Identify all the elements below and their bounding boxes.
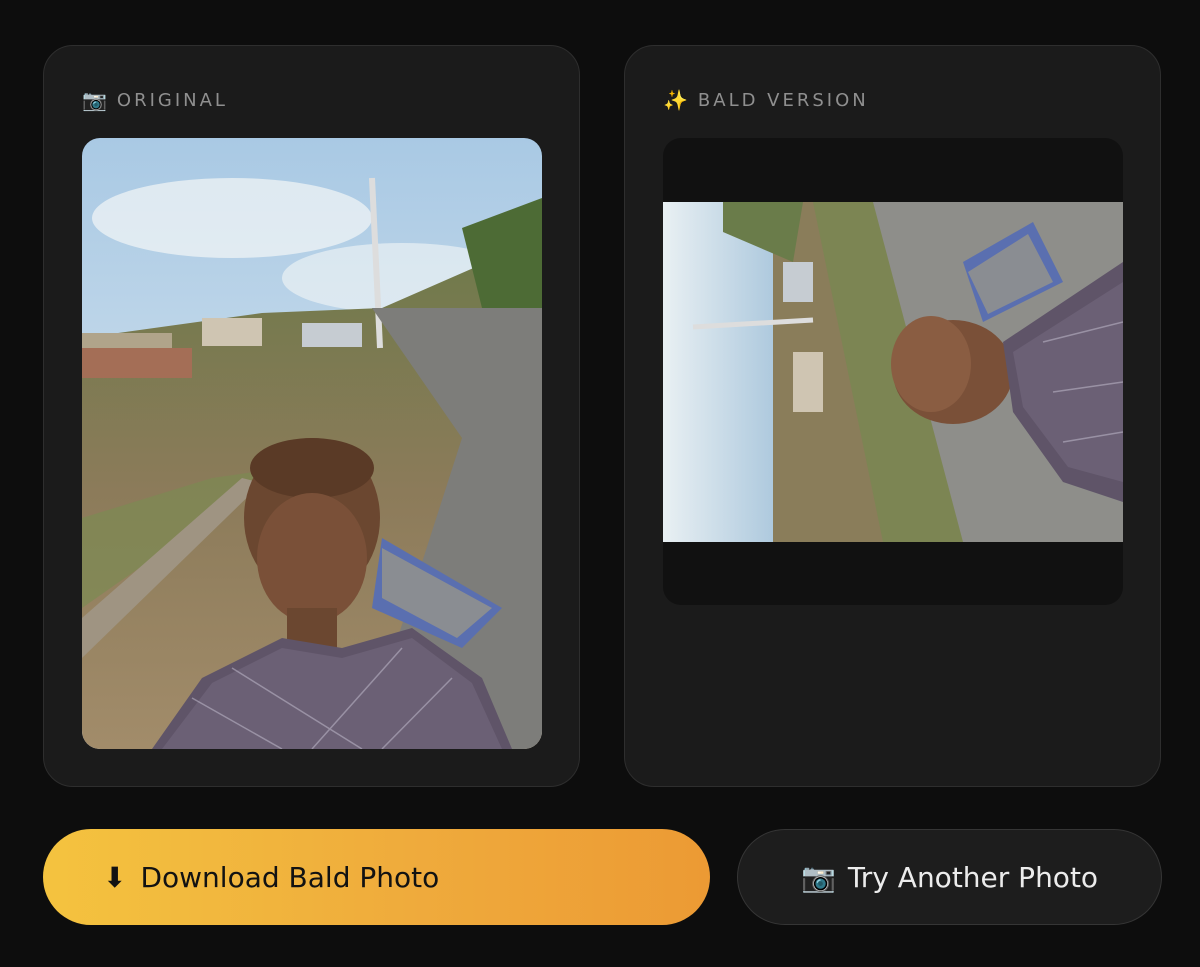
- bald-photo: [663, 202, 1123, 542]
- download-button[interactable]: ⬇ Download Bald Photo: [43, 829, 710, 925]
- bald-selfie-image: [663, 202, 1123, 542]
- result-label-row: ✨ BALD VERSION: [663, 88, 869, 112]
- result-label: BALD VERSION: [697, 89, 869, 111]
- original-label-row: 📷 ORIGINAL: [82, 88, 228, 112]
- app-page: 📷 ORIGINAL ✨ BALD VERSION ⬇ Download Bal…: [0, 0, 1200, 967]
- camera-icon: 📷: [82, 88, 107, 112]
- camera-icon: 📷: [800, 860, 836, 894]
- sparkles-icon: ✨: [663, 88, 688, 112]
- try-another-button[interactable]: 📷 Try Another Photo: [737, 829, 1162, 925]
- try-another-button-label: Try Another Photo: [847, 860, 1099, 894]
- original-label: ORIGINAL: [116, 89, 228, 111]
- original-card: 📷 ORIGINAL: [43, 45, 580, 787]
- original-selfie-image: [82, 138, 542, 749]
- download-arrow-icon: ⬇: [103, 860, 127, 894]
- original-photo: [82, 138, 542, 749]
- download-button-label: Download Bald Photo: [140, 860, 440, 894]
- result-photo-frame: [663, 138, 1123, 605]
- result-card: ✨ BALD VERSION: [624, 45, 1161, 787]
